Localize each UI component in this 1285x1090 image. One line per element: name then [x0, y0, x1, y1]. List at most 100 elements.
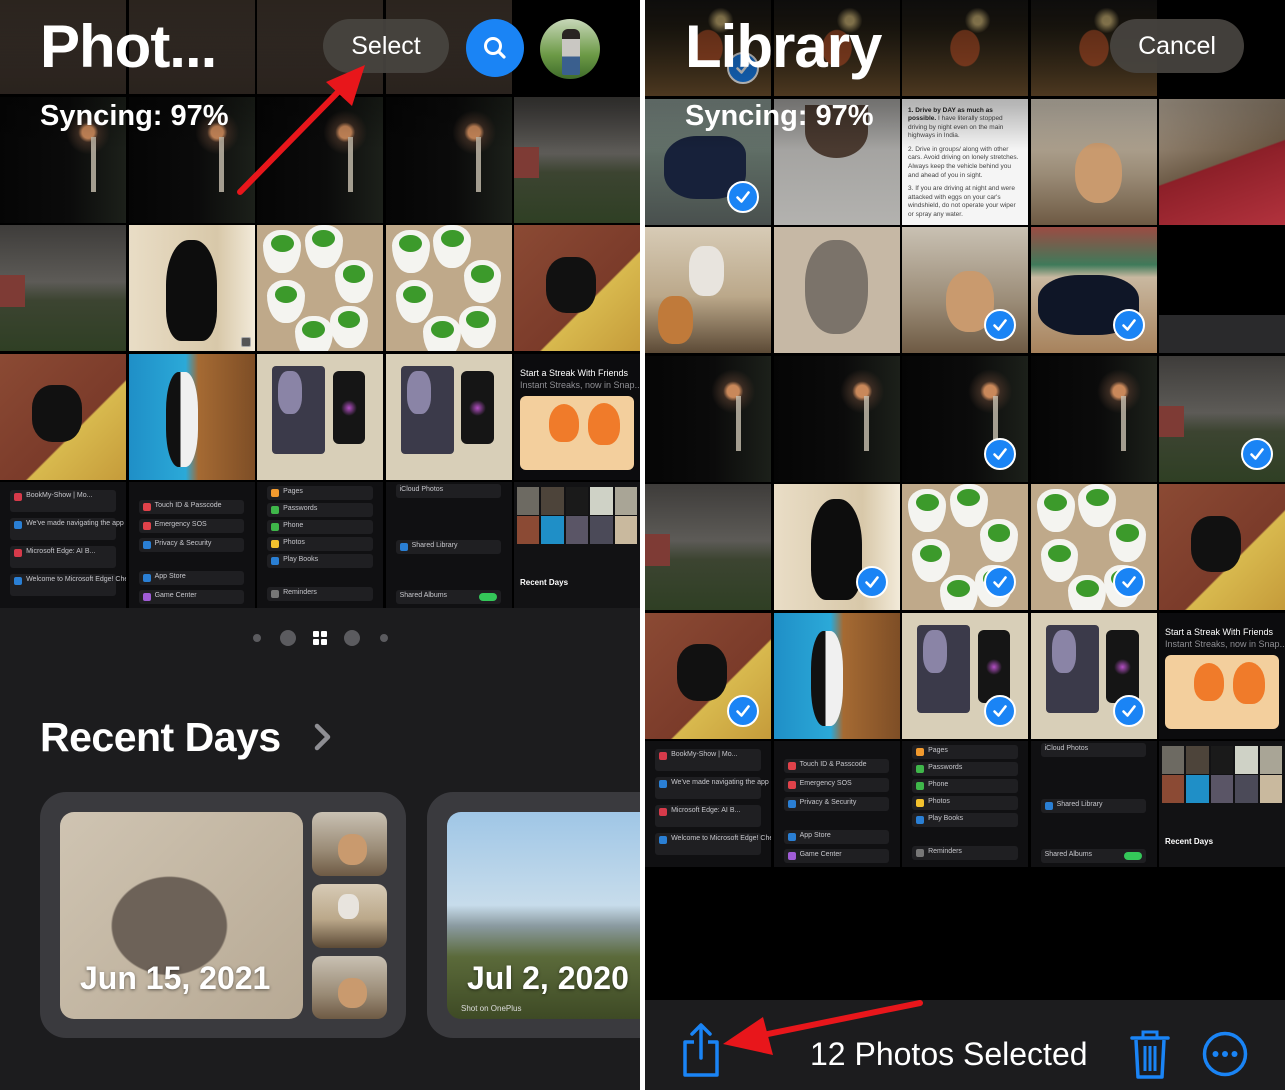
screenshot-text: BookMy-Show | Mo...: [671, 751, 738, 758]
screenshot-text: Play Books: [928, 815, 964, 822]
more-icon[interactable]: [1202, 1031, 1248, 1077]
photo-thumbnail[interactable]: [645, 484, 771, 610]
search-icon: [484, 37, 506, 59]
page-title: Phot...: [40, 13, 217, 80]
recent-day-card[interactable]: Jun 15, 2021: [40, 792, 406, 1038]
photo-thumbnail[interactable]: BookMy-Show | Mo... We've made navigating…: [0, 482, 126, 608]
photo-thumbnail[interactable]: [257, 353, 383, 480]
photo-thumbnail[interactable]: [773, 227, 900, 353]
screenshot-text: Photos: [283, 539, 305, 546]
screenshot-text: Touch ID & Passcode: [799, 761, 867, 768]
photo-thumbnail[interactable]: [128, 225, 255, 351]
pager-dot[interactable]: [280, 630, 296, 646]
screenshot-text: Game Center: [154, 592, 197, 599]
pager-dot[interactable]: [344, 630, 360, 646]
screenshot-text: Privacy & Security: [799, 799, 857, 806]
photo-thumbnail[interactable]: [1030, 227, 1157, 353]
recent-days-title[interactable]: Recent Days: [40, 714, 281, 761]
select-button[interactable]: Select: [323, 19, 449, 73]
photo-thumbnail[interactable]: [1030, 612, 1157, 739]
snap-card-subtitle: Instant Streaks, now in Snap...: [1165, 638, 1285, 649]
photo-thumbnail[interactable]: Start a Streak With Friends Instant Strea…: [514, 353, 640, 480]
photo-thumbnail[interactable]: [1030, 484, 1157, 610]
selection-toolbar: 12 Photos Selected: [645, 1000, 1285, 1090]
photo-thumbnail[interactable]: [902, 227, 1028, 353]
photo-thumbnail[interactable]: [128, 353, 255, 480]
photo-thumbnail[interactable]: [0, 225, 126, 351]
screenshot-text: Shared Albums: [399, 592, 448, 599]
chevron-right-icon[interactable]: [312, 722, 334, 752]
selected-checkmark-icon: [1112, 566, 1145, 598]
photo-thumbnail[interactable]: [1030, 355, 1157, 482]
photo-thumbnail[interactable]: Pages Passwords Phone Photos Play Books Remin…: [902, 741, 1028, 867]
screenshot-text: Shared Library: [1056, 801, 1103, 808]
screenshot-text: Emergency SOS: [799, 780, 852, 787]
selected-checkmark-icon: [984, 566, 1016, 598]
screenshot-text: Welcome to Microsoft Edge! Check out wha…: [671, 835, 771, 842]
day-date-label: Jun 15, 2021: [80, 960, 271, 996]
photos-screen-right: 1. Drive by DAY as much as possible. I h…: [645, 0, 1285, 1090]
photo-thumbnail[interactable]: Start a Streak With Friends Instant Strea…: [1159, 612, 1285, 739]
photo-thumbnail[interactable]: [645, 227, 771, 353]
screenshot-text: Phone: [928, 781, 949, 788]
photo-thumbnail[interactable]: [257, 225, 383, 351]
screenshot-text: We've made navigating the app easy-peasy…: [671, 779, 771, 786]
day-thumb: [312, 884, 387, 948]
screenshot-text: Pages: [283, 488, 303, 495]
screenshot-text: Shared Albums: [1044, 851, 1093, 858]
search-button[interactable]: [466, 19, 524, 77]
photo-thumbnail[interactable]: Touch ID & Passcode Emergency SOS Privacy …: [773, 741, 900, 867]
screenshot-text: Microsoft Edge: AI B...: [671, 807, 741, 814]
photo-thumbnail[interactable]: Pages Passwords Phone Photos Play Books Remin…: [257, 482, 383, 608]
photo-thumbnail[interactable]: [1159, 227, 1285, 353]
selected-checkmark-icon: [727, 694, 759, 727]
selected-checkmark-icon: [984, 437, 1016, 470]
photo-thumbnail[interactable]: [1159, 355, 1285, 482]
photo-thumbnail[interactable]: iCloud Photos Shared Library Shared Albums: [1030, 741, 1157, 867]
photo-thumbnail[interactable]: iCloud Photos Shared Library Shared Albums: [385, 482, 512, 608]
photo-thumbnail[interactable]: BookMy-Show | Mo... We've made navigating…: [645, 741, 771, 867]
screenshot-text: Shared Library: [411, 542, 458, 549]
photo-thumbnail[interactable]: [385, 225, 512, 351]
photo-thumbnail[interactable]: [514, 225, 640, 351]
photo-thumbnail[interactable]: [902, 484, 1028, 610]
screenshot-text: Play Books: [283, 556, 319, 563]
selected-checkmark-icon: [1241, 437, 1273, 470]
photo-thumbnail[interactable]: [0, 353, 126, 480]
grid-view-icon[interactable]: [313, 631, 327, 645]
pager-dot[interactable]: [253, 634, 261, 642]
trash-icon[interactable]: [1129, 1028, 1171, 1080]
screenshot-text: Microsoft Edge: AI B...: [26, 548, 96, 555]
photo-thumbnail[interactable]: [773, 484, 900, 610]
screenshot-text: iCloud Photos: [399, 486, 444, 493]
page-title: Library: [685, 13, 882, 80]
screenshot-text: Reminders: [283, 589, 317, 596]
snap-card-title: Start a Streak With Friends: [1165, 626, 1274, 637]
share-icon[interactable]: [681, 1022, 721, 1078]
photo-thumbnail[interactable]: [773, 612, 900, 739]
photo-thumbnail[interactable]: [645, 355, 771, 482]
recent-day-card[interactable]: Shot on OnePlus Jul 2, 2020: [427, 792, 640, 1038]
day-thumb: [312, 812, 387, 876]
photo-thumbnail[interactable]: [902, 612, 1028, 739]
photo-thumbnail[interactable]: [1159, 484, 1285, 610]
screenshot-text: Phone: [283, 522, 304, 529]
photo-thumbnail[interactable]: Recent Days: [1159, 741, 1285, 867]
profile-avatar[interactable]: [540, 19, 600, 79]
screenshot-text: Recent Days: [520, 578, 569, 587]
screenshot-text: Privacy & Security: [154, 540, 212, 547]
photo-thumbnail[interactable]: [645, 612, 771, 739]
selected-checkmark-icon: [1112, 309, 1145, 341]
photo-thumbnail[interactable]: [385, 353, 512, 480]
cancel-button[interactable]: Cancel: [1110, 19, 1244, 73]
screenshot-text: We've made navigating the app easy-peasy…: [26, 520, 126, 527]
pager-dot[interactable]: [380, 634, 388, 642]
photo-thumbnail[interactable]: Touch ID & Passcode Emergency SOS Privacy …: [128, 482, 255, 608]
photo-thumbnail[interactable]: [902, 355, 1028, 482]
photo-thumbnail[interactable]: Recent Days: [514, 482, 640, 608]
snap-card-subtitle: Instant Streaks, now in Snap...: [520, 379, 640, 390]
screenshot-text: Passwords: [283, 505, 318, 512]
photo-thumbnail[interactable]: [773, 355, 900, 482]
selected-checkmark-icon: [984, 694, 1016, 727]
day-date-label: Jul 2, 2020: [467, 960, 629, 996]
